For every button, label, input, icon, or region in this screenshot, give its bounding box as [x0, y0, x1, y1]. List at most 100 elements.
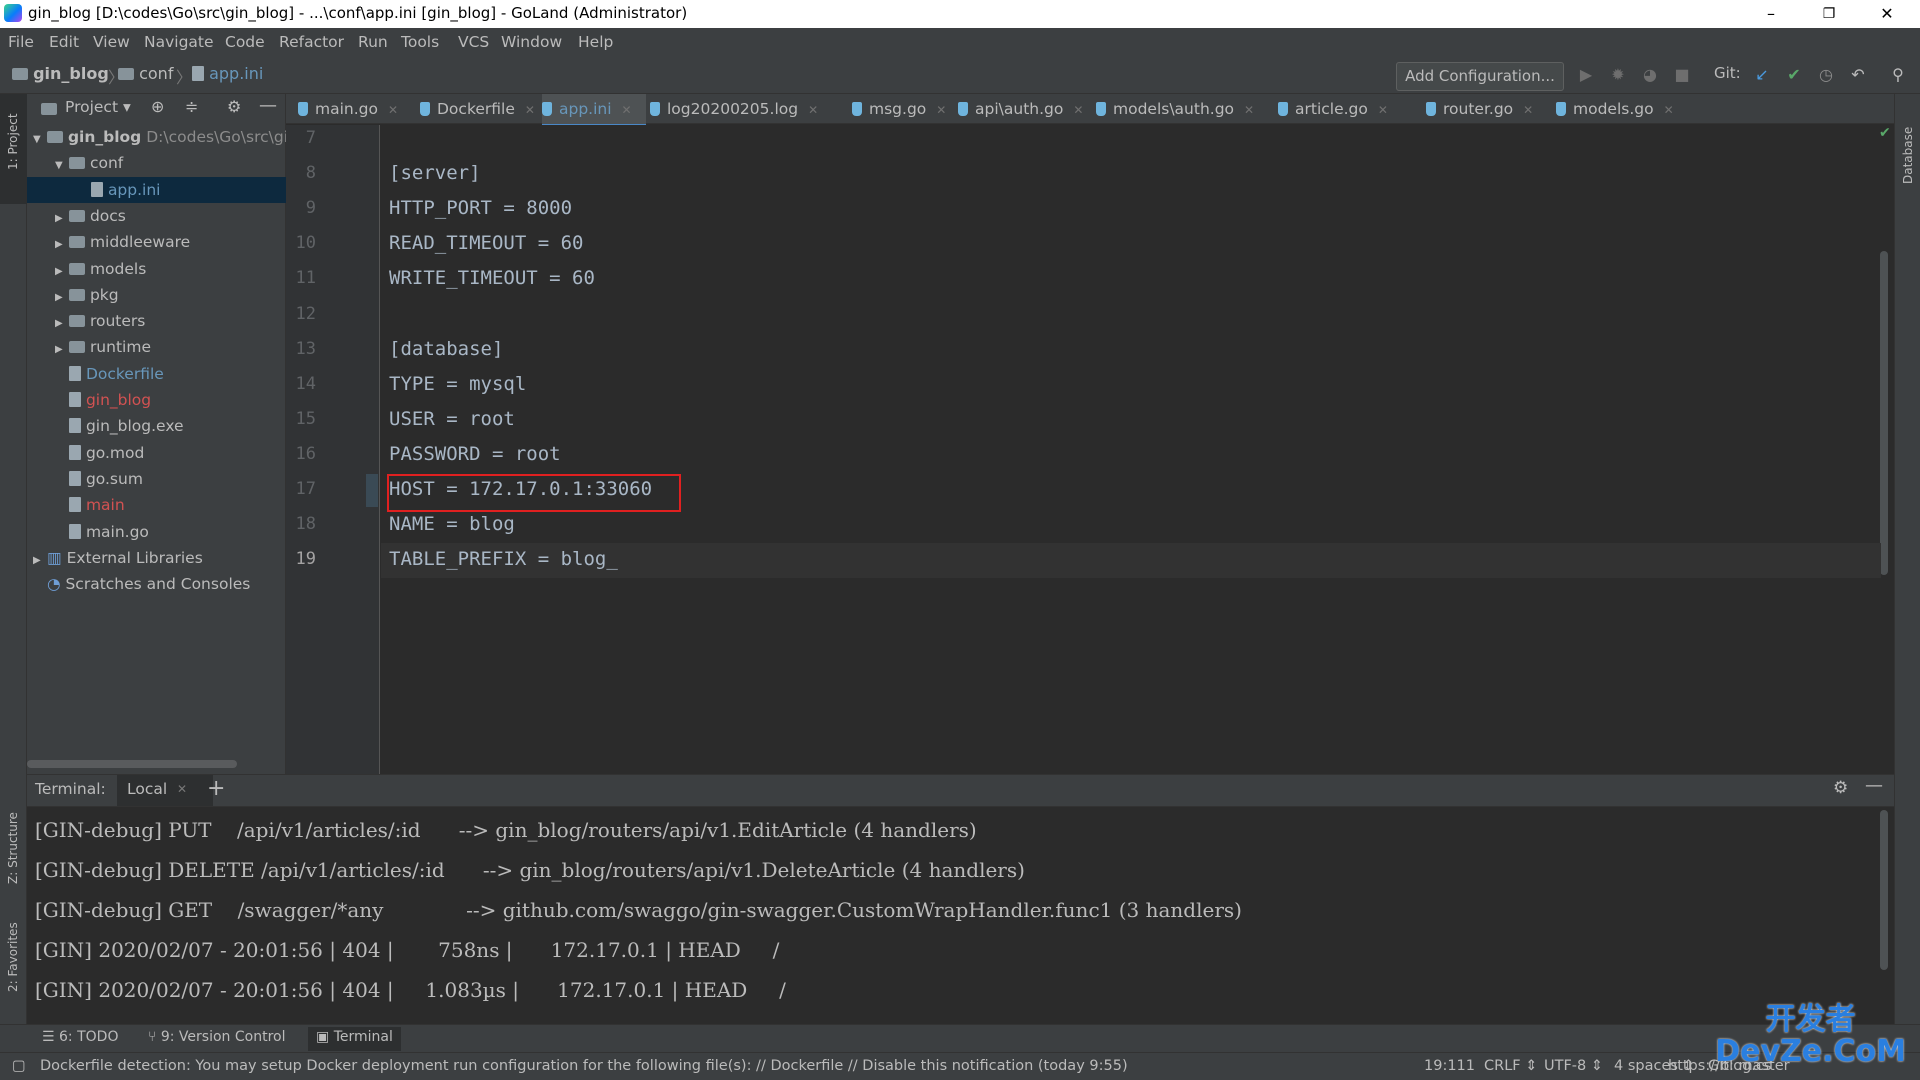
menu-help[interactable]: Help	[578, 33, 613, 51]
tree-item-main-go[interactable]: main.go	[27, 519, 286, 545]
editor-tab-article-go[interactable]: article.go ✕	[1278, 94, 1420, 124]
menu-code[interactable]: Code	[225, 33, 265, 51]
line-separator[interactable]: CRLF ⇕	[1484, 1058, 1537, 1074]
editor-tab-models-auth-go[interactable]: models\auth.go ✕	[1096, 94, 1272, 124]
terminal-vscrollbar[interactable]	[1880, 810, 1888, 970]
code-line[interactable]: PASSWORD = root	[389, 443, 561, 465]
breadcrumb-project[interactable]: gin_blog	[12, 64, 109, 83]
editor-tab-main-go[interactable]: main.go ✕	[298, 94, 412, 124]
breadcrumb-file[interactable]: app.ini	[192, 64, 263, 83]
chevron-right-icon[interactable]: ▶	[55, 311, 69, 337]
tree-item-runtime[interactable]: ▶ runtime	[27, 334, 286, 360]
chevron-right-icon[interactable]: ▶	[55, 259, 69, 285]
tree-item-routers[interactable]: ▶ routers	[27, 308, 286, 334]
code-line[interactable]: WRITE_TIMEOUT = 60	[389, 267, 595, 289]
git-history-icon[interactable]: ◷	[1816, 65, 1836, 85]
editor-tab-models-go[interactable]: models.go ✕	[1556, 94, 1678, 124]
close-tab-icon[interactable]: ✕	[177, 782, 187, 796]
menu-navigate[interactable]: Navigate	[144, 33, 214, 51]
breadcrumb-conf[interactable]: conf	[118, 64, 173, 83]
close-tab-icon[interactable]: ✕	[936, 103, 946, 117]
close-tab-icon[interactable]: ✕	[622, 103, 632, 117]
restore-button[interactable]: ❐	[1806, 0, 1852, 28]
code-line[interactable]: [database]	[389, 338, 503, 360]
code-line[interactable]: [server]	[389, 162, 481, 184]
git-update-icon[interactable]: ↙	[1752, 65, 1772, 85]
gear-icon[interactable]: ⚙	[227, 97, 241, 116]
editor-tab-app-ini[interactable]: app.ini ✕	[542, 94, 646, 127]
tree-item-docs[interactable]: ▶ docs	[27, 203, 286, 229]
version-control-tool-button[interactable]: ⑂ 9: Version Control	[148, 1029, 285, 1045]
close-tab-icon[interactable]: ✕	[1378, 103, 1388, 117]
tree-item-gin-blog[interactable]: gin_blog	[27, 387, 286, 413]
tree-item-middleeware[interactable]: ▶ middleeware	[27, 229, 286, 255]
locate-file-icon[interactable]: ⊕	[151, 97, 164, 116]
database-tool-label[interactable]: Database	[1901, 127, 1915, 184]
chevron-right-icon[interactable]: ▶	[33, 548, 47, 574]
code-line[interactable]: READ_TIMEOUT = 60	[389, 232, 583, 254]
tree-item-external-libraries[interactable]: ▶ ▥ External Libraries	[27, 545, 286, 571]
editor-tab-router-go[interactable]: router.go ✕	[1426, 94, 1550, 124]
coverage-icon[interactable]: ◕	[1640, 65, 1660, 85]
gear-icon[interactable]: ⚙	[1833, 778, 1848, 798]
chevron-down-icon[interactable]: ▼	[55, 153, 69, 179]
tree-item-models[interactable]: ▶ models	[27, 256, 286, 282]
menu-window[interactable]: Window	[501, 33, 562, 51]
menu-edit[interactable]: Edit	[49, 33, 79, 51]
code-line[interactable]: USER = root	[389, 408, 515, 430]
code-line[interactable]: TABLE_PREFIX = blog_	[389, 548, 618, 570]
terminal-tool-button[interactable]: ▣ Terminal	[308, 1027, 401, 1051]
terminal-tab-local[interactable]: Local ✕	[117, 775, 213, 806]
close-tab-icon[interactable]: ✕	[808, 103, 818, 117]
collapse-all-icon[interactable]: ≑	[185, 97, 198, 116]
search-everywhere-icon[interactable]: ⚲	[1888, 65, 1908, 85]
close-tab-icon[interactable]: ✕	[1073, 103, 1083, 117]
chevron-right-icon[interactable]: ▶	[55, 337, 69, 363]
menu-view[interactable]: View	[93, 33, 130, 51]
code-editor[interactable]: ✔ [server] HTTP_PORT = 8000 READ_TIMEOUT =…	[381, 125, 1894, 774]
tree-item-go-mod[interactable]: go.mod	[27, 440, 286, 466]
tree-item-app-ini[interactable]: app.ini	[27, 176, 286, 203]
editor-vscrollbar[interactable]	[1880, 251, 1888, 575]
close-tab-icon[interactable]: ✕	[1664, 103, 1674, 117]
minimize-button[interactable]: –	[1748, 0, 1794, 28]
todo-tool-button[interactable]: ☰ 6: TODO	[42, 1029, 118, 1045]
menu-tools[interactable]: Tools	[401, 33, 439, 51]
tree-item-dockerfile[interactable]: Dockerfile	[27, 361, 286, 387]
chevron-right-icon[interactable]: ▶	[55, 232, 69, 258]
tree-root[interactable]: ▼ gin_blog D:\codes\Go\src\gi	[27, 124, 288, 153]
menu-run[interactable]: Run	[358, 33, 388, 51]
hide-panel-icon[interactable]: —	[259, 95, 277, 116]
tree-item-go-sum[interactable]: go.sum	[27, 466, 286, 492]
chevron-down-icon[interactable]: ▼	[33, 127, 47, 153]
debug-icon[interactable]: ✹	[1608, 65, 1628, 85]
chevron-right-icon[interactable]: ▶	[55, 206, 69, 232]
caret-position[interactable]: 19:111	[1424, 1058, 1475, 1074]
menu-vcs[interactable]: VCS	[458, 33, 489, 51]
project-tool-button[interactable]: 1: Project	[0, 94, 27, 204]
git-commit-icon[interactable]: ✔	[1784, 65, 1804, 85]
tree-item-gin-blog-exe[interactable]: gin_blog.exe	[27, 413, 286, 439]
close-tab-icon[interactable]: ✕	[1244, 103, 1254, 117]
menu-file[interactable]: File	[8, 33, 34, 51]
file-encoding[interactable]: UTF-8 ⇕	[1544, 1058, 1603, 1074]
tree-item-scratches[interactable]: ◔ Scratches and Consoles	[27, 571, 286, 597]
git-rollback-icon[interactable]: ↶	[1848, 65, 1868, 85]
close-tab-icon[interactable]: ✕	[1523, 103, 1533, 117]
structure-tool-label[interactable]: Z: Structure	[6, 812, 20, 884]
notification-icon[interactable]: ▢	[12, 1058, 26, 1074]
status-message[interactable]: Dockerfile detection: You may setup Dock…	[40, 1058, 1128, 1074]
stop-icon[interactable]: ■	[1672, 65, 1692, 85]
add-configuration-button[interactable]: Add Configuration...	[1396, 62, 1564, 91]
project-view-selector[interactable]: Project ▾	[65, 98, 131, 116]
editor-tab-log20200205-log[interactable]: log20200205.log ✕	[650, 94, 846, 124]
code-line[interactable]: TYPE = mysql	[389, 373, 526, 395]
tree-item-pkg[interactable]: ▶ pkg	[27, 282, 286, 308]
code-line[interactable]: HTTP_PORT = 8000	[389, 197, 572, 219]
menu-refactor[interactable]: Refactor	[279, 33, 344, 51]
tree-item-conf[interactable]: ▼ conf	[27, 150, 286, 176]
close-button[interactable]: ✕	[1864, 0, 1910, 28]
editor-tab-dockerfile[interactable]: Dockerfile ✕	[420, 94, 538, 124]
hide-panel-icon[interactable]: —	[1865, 775, 1883, 796]
editor-tab-api-auth-go[interactable]: api\auth.go ✕	[958, 94, 1090, 124]
